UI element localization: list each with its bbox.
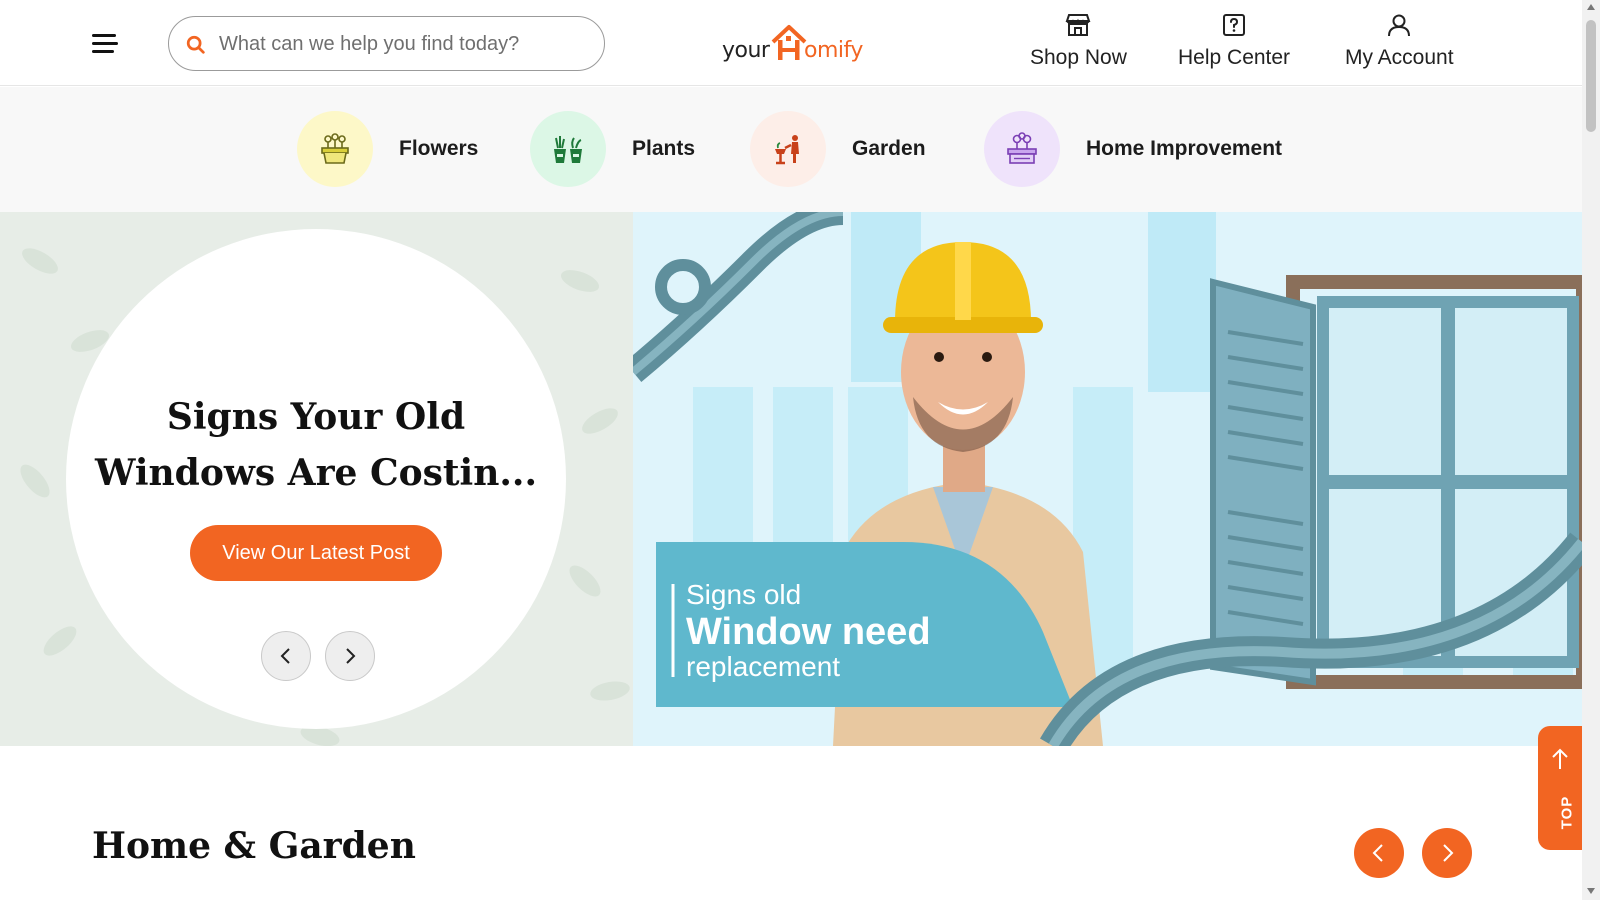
category-home-improvement[interactable]: Home Improvement [984, 111, 1282, 187]
hero-illustration: Signs old Window need replacement [633, 212, 1582, 746]
scroll-up-icon[interactable] [1587, 4, 1595, 10]
category-bar: Flowers Plants Garden Home Improvement [0, 87, 1582, 212]
logo-house-icon [771, 25, 807, 60]
arrow-up-icon [1552, 748, 1568, 769]
flower-pot-icon [297, 111, 373, 187]
store-icon [1066, 14, 1091, 36]
top-label: TOP [1558, 795, 1576, 830]
view-latest-post-button[interactable]: View Our Latest Post [190, 525, 442, 581]
nav-shop-now[interactable]: Shop Now [1030, 12, 1127, 70]
hero-next-button[interactable] [325, 631, 375, 681]
nav-label: My Account [1345, 46, 1454, 69]
nav-help-center[interactable]: Help Center [1178, 12, 1290, 70]
category-label: Garden [852, 137, 926, 160]
hero-prev-button[interactable] [261, 631, 311, 681]
help-icon [1223, 14, 1246, 36]
logo-text-your: your [722, 38, 770, 63]
chevron-right-icon [346, 648, 356, 664]
site-header: your omify Shop Now [0, 0, 1582, 86]
category-garden[interactable]: Garden [750, 111, 926, 187]
menu-icon[interactable] [92, 34, 118, 54]
category-flowers[interactable]: Flowers [297, 111, 478, 187]
section-prev-button[interactable] [1354, 828, 1404, 878]
chevron-left-icon [280, 648, 290, 664]
chevron-left-icon [1372, 844, 1383, 862]
page-scrollbar[interactable] [1582, 0, 1600, 900]
hero-banner-image: Signs old Window need replacement [633, 212, 1582, 746]
nav-label: Shop Now [1030, 46, 1127, 69]
planter-box-icon [984, 111, 1060, 187]
hero-title-line: Signs Your Old [166, 396, 466, 438]
chevron-right-icon [1443, 844, 1454, 862]
scrollbar-thumb[interactable] [1586, 20, 1596, 132]
logo-text-omify: omify [804, 38, 863, 63]
category-label: Flowers [399, 137, 479, 160]
page: your omify Shop Now [0, 0, 1600, 900]
search-icon[interactable] [185, 34, 207, 56]
back-to-top-button[interactable]: TOP [1538, 726, 1582, 850]
banner-small-text: Signs old [686, 579, 801, 610]
category-plants[interactable]: Plants [530, 111, 695, 187]
category-label: Plants [632, 137, 696, 160]
hero-circle: Signs Your Old Windows Are Costin... Vie… [66, 229, 566, 729]
nav-label: Help Center [1178, 46, 1291, 69]
nav-my-account[interactable]: My Account [1345, 12, 1454, 70]
section-next-button[interactable] [1422, 828, 1472, 878]
search-input[interactable] [219, 27, 589, 61]
scroll-down-icon[interactable] [1587, 888, 1595, 894]
hero-text-panel: Signs Your Old Windows Are Costin... Vie… [0, 212, 633, 746]
site-logo[interactable]: your omify [720, 22, 870, 68]
category-label: Home Improvement [1086, 137, 1283, 160]
section-title: Home & Garden [92, 825, 416, 867]
gardener-icon [750, 111, 826, 187]
user-icon [1388, 14, 1411, 37]
plant-pots-icon [530, 111, 606, 187]
search-bar [168, 16, 605, 71]
banner-big-text: Window need [686, 611, 931, 653]
hero-carousel: Signs Your Old Windows Are Costin... Vie… [0, 212, 1582, 746]
banner-sub-text: replacement [686, 651, 840, 682]
hero-title-line: Windows Are Costin... [95, 452, 537, 494]
hero-title: Signs Your Old Windows Are Costin... [66, 389, 566, 501]
